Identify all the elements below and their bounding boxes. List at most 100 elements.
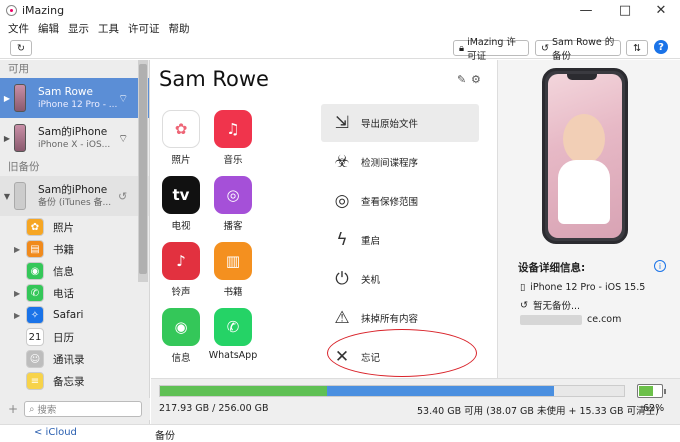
expand-caret-icon[interactable]: ▶ [14, 289, 26, 298]
expand-arrow-icon[interactable]: ▶ [0, 134, 14, 143]
title-bar: iMazing — □ ✕ [0, 0, 680, 20]
action-item[interactable]: ◎ 查看保修范围 [321, 182, 479, 220]
backup-status-line: ↺ 暂无备份... [520, 298, 580, 313]
edit-icon[interactable]: ✎ [457, 73, 466, 86]
phone-icon: ▯ [520, 282, 526, 293]
maximize-button[interactable]: □ [608, 0, 642, 20]
device-name: Sam的iPhone [38, 183, 108, 196]
license-label: iMazing 许可证 [467, 37, 516, 62]
menu-view[interactable]: 显示 [68, 21, 89, 36]
app-label: 电视 [171, 221, 191, 232]
bottom-strip: < iCloud 备份 [0, 424, 680, 442]
app-tile[interactable]: ✿ 照片 [155, 110, 207, 166]
help-button[interactable]: ? [654, 40, 668, 54]
app-label: 信息 [171, 353, 191, 364]
device-subtitle: iPhone 12 Pro - ... [38, 99, 118, 110]
menu-file[interactable]: 文件 [8, 21, 29, 36]
collapse-arrow-icon[interactable]: ▼ [0, 192, 14, 201]
app-icon: ◉ [26, 262, 44, 280]
scrollbar-thumb[interactable] [139, 64, 147, 274]
app-label: 照片 [171, 155, 191, 166]
minimize-button[interactable]: — [569, 0, 603, 20]
sidebar-app-row[interactable]: ✿ 照片 [0, 216, 149, 238]
backup-label: Sam Rowe 的备份 [551, 37, 615, 62]
app-tile[interactable]: ✆ WhatsApp [207, 308, 259, 361]
backup-device[interactable]: ▼ Sam的iPhone 备份 (iTunes 备... ↺ [0, 176, 149, 216]
action-label: 关机 [361, 275, 381, 286]
device-model: iPhone 12 Pro - iOS 15.5 [530, 282, 646, 293]
icloud-link[interactable]: < iCloud [34, 427, 77, 438]
app-tile[interactable]: ♫ 音乐 [207, 110, 259, 166]
storage-bar [159, 385, 625, 397]
app-tile[interactable]: ◉ 信息 [155, 308, 207, 364]
device-subtitle: iPhone X - iOS... [38, 139, 111, 150]
sidebar-app-row[interactable]: ≡ 备忘录 [0, 370, 149, 392]
app-label: 日历 [53, 331, 74, 344]
expand-arrow-icon[interactable]: ▶ [0, 94, 14, 103]
app-icon: ✆ [214, 308, 252, 346]
device-sam-rowe[interactable]: ▶ Sam Rowe iPhone 12 Pro - ... ⌔ [0, 78, 149, 118]
app-icon: ▥ [214, 242, 252, 280]
action-icon: ⇲ [334, 113, 350, 133]
gear-icon[interactable]: ⚙ [471, 73, 481, 86]
app-icon: ▤ [26, 240, 44, 258]
app-label: 信息 [53, 265, 74, 278]
sidebar-app-row[interactable]: ◉ 信息 [0, 260, 149, 282]
app-icon: ◉ [162, 308, 200, 346]
highlight-annotation [327, 329, 477, 377]
action-item[interactable]: ⇲ 导出原始文件 [321, 104, 479, 142]
menu-tools[interactable]: 工具 [98, 21, 119, 36]
sidebar-app-row[interactable]: ▶ ▤ 书籍 [0, 238, 149, 260]
action-item[interactable]: ⏻ 关机 [321, 260, 479, 298]
action-item[interactable]: ☣ 检测间谍程序 [321, 143, 479, 181]
add-icon[interactable]: + [8, 402, 18, 416]
sidebar-app-row[interactable]: 21 日历 [0, 326, 149, 348]
app-icon: ✆ [26, 284, 44, 302]
device-details-panel: 设备详细信息: i ▯ iPhone 12 Pro - iOS 15.5 ↺ 暂无备… [497, 60, 680, 424]
history-icon: ↺ [520, 299, 528, 311]
menu-help[interactable]: 帮助 [169, 21, 190, 36]
redacted-email [520, 314, 582, 325]
page-title: Sam Rowe [159, 67, 269, 91]
sort-button[interactable]: ⇅ [626, 40, 648, 56]
app-label: 书籍 [223, 287, 243, 298]
device-info-title: 设备详细信息: [518, 262, 586, 274]
search-input[interactable]: ⌕ 搜索 [24, 401, 143, 417]
device-sam-iphone[interactable]: ▶ Sam的iPhone iPhone X - iOS... ⌔ [0, 118, 149, 158]
app-icon: ◎ [214, 176, 252, 214]
expand-caret-icon[interactable]: ▶ [14, 245, 26, 254]
sidebar-app-row[interactable]: ▶ ✧ Safari [0, 304, 149, 326]
menu-edit[interactable]: 编辑 [38, 21, 59, 36]
app-label: 通讯录 [53, 353, 85, 366]
license-button[interactable]: 🔒︎ iMazing 许可证 [453, 37, 529, 62]
action-icon: ϟ [336, 230, 348, 250]
device-thumbnail [14, 84, 26, 112]
menu-license[interactable]: 许可证 [128, 21, 160, 36]
sidebar-app-row[interactable]: ▶ ✆ 电话 [0, 282, 149, 304]
sidebar-scrollbar[interactable] [138, 60, 148, 282]
history-icon: ↺ [118, 190, 128, 203]
action-item[interactable]: ϟ 重启 [321, 221, 479, 259]
app-icon: ✧ [26, 306, 44, 324]
app-label: 备忘录 [53, 375, 85, 388]
imazing-logo-icon [6, 4, 17, 16]
app-tile[interactable]: ♪ 铃声 [155, 242, 207, 298]
info-icon[interactable]: i [654, 260, 666, 272]
battery-icon [637, 384, 666, 398]
app-icon: tv [162, 176, 200, 214]
app-tile[interactable]: ◎ 播客 [207, 176, 259, 232]
app-icon: ☺ [26, 350, 44, 368]
app-icon: ≡ [26, 372, 44, 390]
app-tile[interactable]: tv 电视 [155, 176, 207, 232]
device-name: Sam的iPhone [38, 125, 108, 138]
backup-button[interactable]: ↺ Sam Rowe 的备份 [535, 37, 621, 62]
refresh-button[interactable]: ↻ [10, 40, 32, 56]
expand-caret-icon[interactable]: ▶ [14, 311, 26, 320]
sidebar-app-row[interactable]: ☺ 通讯录 [0, 348, 149, 370]
sidebar: 可用 ▶ Sam Rowe iPhone 12 Pro - ... ⌔ ▶ Sa… [0, 60, 150, 440]
close-button[interactable]: ✕ [644, 0, 678, 20]
lock-icon: 🔒︎ [459, 42, 465, 54]
app-tile[interactable]: ▥ 书籍 [207, 242, 259, 298]
sidebar-footer: + ⌕ 搜索 [0, 398, 150, 420]
device-model-line: ▯ iPhone 12 Pro - iOS 15.5 [520, 282, 645, 293]
